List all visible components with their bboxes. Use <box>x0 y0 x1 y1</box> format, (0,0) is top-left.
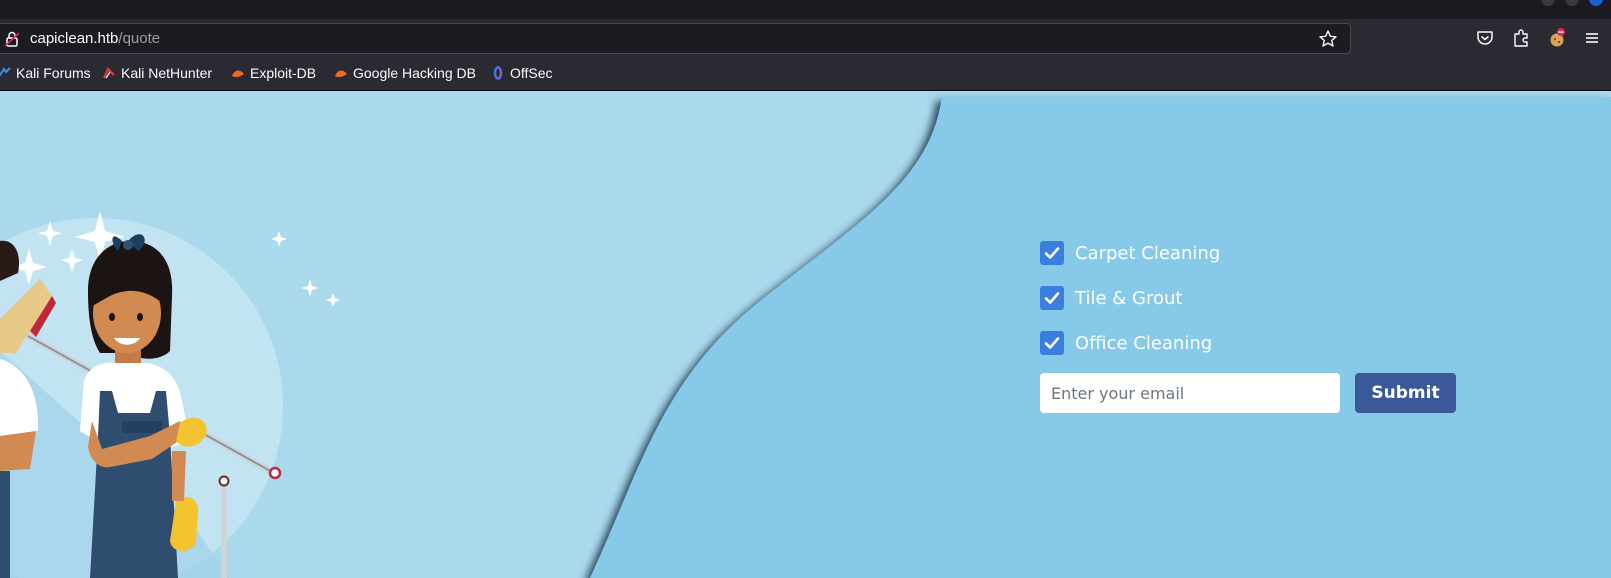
url-host: capiclean.htb <box>30 30 119 47</box>
url-path: /quote <box>118 30 161 47</box>
kali-nethunter-icon <box>102 67 115 79</box>
hero-background <box>0 97 1611 578</box>
service-option-tile-grout[interactable]: Tile & Grout <box>1040 286 1182 310</box>
extensions-icon[interactable] <box>1511 28 1531 48</box>
checkmark-icon <box>1044 247 1060 259</box>
office-cleaning-checkbox[interactable] <box>1040 331 1064 355</box>
office-cleaning-label[interactable]: Office Cleaning <box>1075 333 1212 354</box>
submit-button[interactable]: Submit <box>1355 373 1456 413</box>
service-option-office-cleaning[interactable]: Office Cleaning <box>1040 331 1212 355</box>
checkmark-icon <box>1044 337 1060 349</box>
checkmark-icon <box>1044 292 1060 304</box>
bookmark-label: OffSec <box>510 65 553 81</box>
bookmark-offsec[interactable]: OffSec <box>491 65 553 81</box>
url-text[interactable]: capiclean.htb/quote <box>30 30 160 47</box>
bookmark-google-hacking-db[interactable]: Google Hacking DB <box>334 65 476 81</box>
address-bar[interactable]: capiclean.htb/quote <box>0 23 1351 54</box>
bookmark-label: Google Hacking DB <box>353 65 476 81</box>
window-close-button[interactable] <box>1589 0 1603 6</box>
cookie-extension-icon[interactable] <box>1547 28 1567 48</box>
offsec-icon <box>493 66 503 80</box>
carpet-cleaning-label[interactable]: Carpet Cleaning <box>1075 243 1220 264</box>
service-option-carpet-cleaning[interactable]: Carpet Cleaning <box>1040 241 1220 265</box>
bookmark-label: Exploit-DB <box>250 65 317 81</box>
insecure-lock-icon[interactable] <box>5 31 19 47</box>
bookmarks-toolbar: Kali Forums Kali NetHunter Exploit-DB Go… <box>0 58 1611 91</box>
google-hacking-db-icon <box>335 70 347 78</box>
pocket-icon[interactable] <box>1475 28 1495 48</box>
email-input[interactable] <box>1040 373 1340 413</box>
bookmark-kali-nethunter[interactable]: Kali NetHunter <box>102 65 212 81</box>
menu-hamburger-icon[interactable] <box>1582 28 1602 48</box>
bookmark-label: Kali NetHunter <box>121 65 213 81</box>
window-minimize-button[interactable] <box>1541 0 1555 6</box>
carpet-cleaning-checkbox[interactable] <box>1040 241 1064 265</box>
kali-forums-icon <box>0 67 11 77</box>
window-maximize-button[interactable] <box>1565 0 1579 6</box>
bookmark-star-icon[interactable] <box>1318 29 1338 49</box>
bookmark-label: Kali Forums <box>16 65 91 81</box>
window-titlebar <box>0 0 1611 19</box>
tile-grout-checkbox[interactable] <box>1040 286 1064 310</box>
exploit-db-icon <box>232 70 244 78</box>
quote-page: Carpet Cleaning Tile & Grout Office Clea… <box>0 91 1611 578</box>
bookmark-kali-forums[interactable]: Kali Forums <box>0 65 91 81</box>
tile-grout-label[interactable]: Tile & Grout <box>1075 288 1182 309</box>
browser-toolbar: capiclean.htb/quote <box>0 19 1611 58</box>
bookmark-exploit-db[interactable]: Exploit-DB <box>231 65 316 81</box>
